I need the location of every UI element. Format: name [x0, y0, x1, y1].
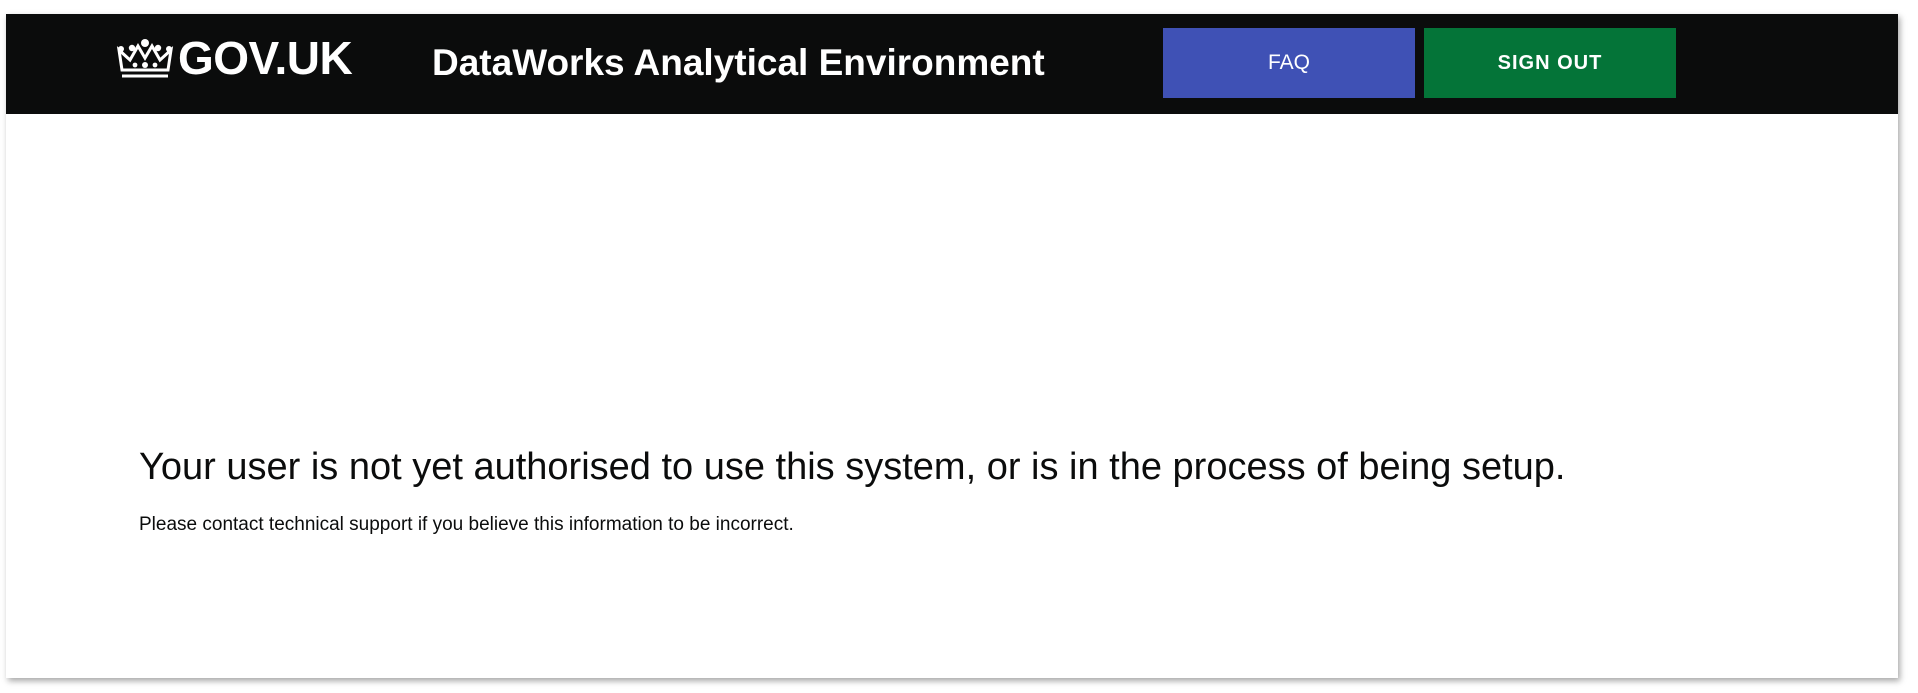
- main-content: Your user is not yet authorised to use t…: [139, 444, 1858, 538]
- govuk-logo-link[interactable]: GOV.UK: [116, 28, 353, 88]
- support-message: Please contact technical support if you …: [139, 514, 794, 535]
- crown-icon: [116, 39, 174, 78]
- faq-button[interactable]: FAQ: [1163, 28, 1415, 98]
- not-authorised-message: Your user is not yet authorised to use t…: [139, 446, 1566, 488]
- service-name[interactable]: DataWorks Analytical Environment: [432, 38, 1045, 88]
- site-header: GOV.UK DataWorks Analytical Environment …: [6, 14, 1898, 114]
- govuk-logo-text: GOV.UK: [178, 32, 353, 84]
- sign-out-button[interactable]: SIGN OUT: [1424, 28, 1676, 98]
- browser-page: GOV.UK DataWorks Analytical Environment …: [6, 14, 1898, 678]
